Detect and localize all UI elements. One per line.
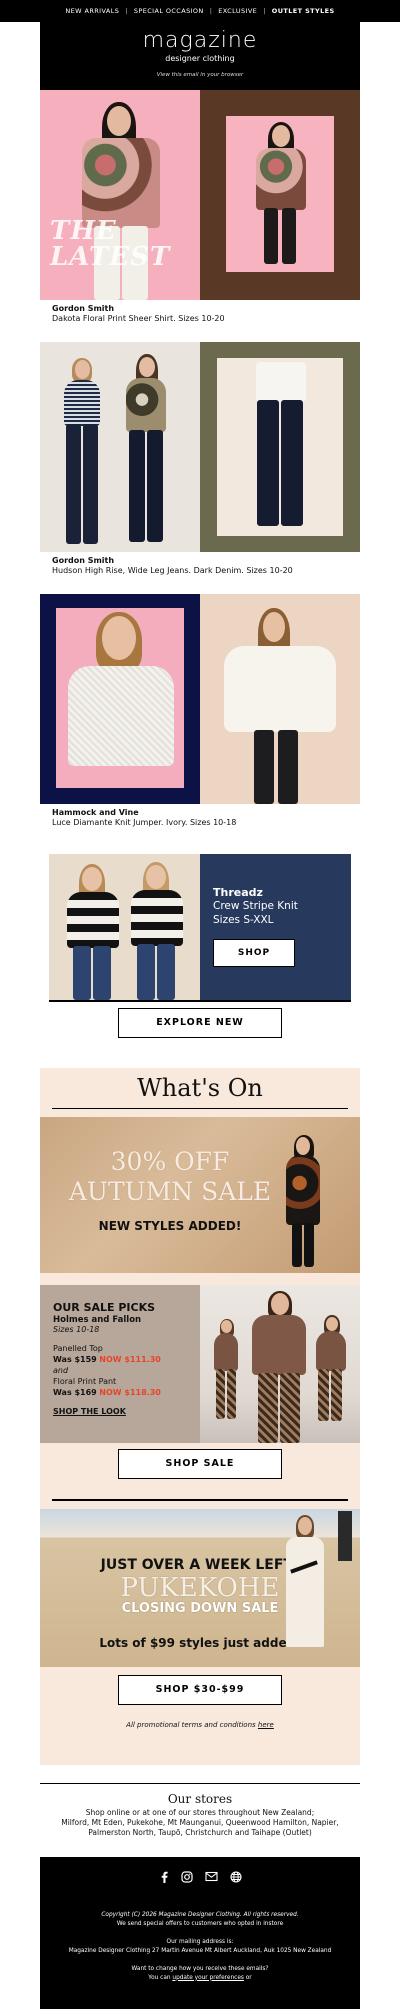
jeans-photo-left[interactable]	[40, 342, 200, 552]
shop-30-99-button[interactable]: SHOP $30-$99	[118, 1674, 282, 1705]
footer: Copyright (C) 2026 Magazine Designer Clo…	[40, 1896, 360, 2009]
threadz-promo: Threadz Crew Stripe Knit Sizes S-XXL SHO…	[49, 854, 351, 1000]
divider	[52, 1107, 348, 1109]
copyright-text: Copyright (C) 2026 Magazine Designer Clo…	[101, 1911, 299, 1918]
product-brand: Gordon Smith	[52, 556, 115, 565]
nav-exclusive[interactable]: EXCLUSIVE	[218, 7, 257, 15]
whats-on-heading: What's On	[137, 1073, 263, 1102]
hero-photo-left[interactable]: THE LATEST	[40, 90, 200, 300]
mailing-label: Our mailing address is:	[166, 1938, 234, 1945]
product-description[interactable]: Hudson High Rise, Wide Leg Jeans. Dark D…	[52, 566, 348, 575]
view-in-browser-link[interactable]: View this email in your browser	[40, 72, 360, 78]
mailing-address: Magazine Designer Clothing 27 Martin Ave…	[68, 1947, 332, 1954]
hero-panel[interactable]: THE LATEST	[40, 90, 360, 300]
website-icon[interactable]	[229, 1870, 242, 1883]
sale-picks-photo[interactable]	[200, 1285, 360, 1443]
sale-item-price: Was $159 NOW $111.30	[53, 1355, 161, 1364]
sale-and-text: and	[53, 1366, 69, 1375]
product-brand: Hammock and Vine	[52, 808, 139, 817]
jeans-photo-right[interactable]	[200, 342, 360, 552]
stores-title: Our stores	[167, 1791, 233, 1806]
stores-section: Our stores Shop online or at one of our …	[40, 1782, 360, 1857]
nav-special-occasion[interactable]: SPECIAL OCCASION	[134, 7, 204, 15]
threadz-photo[interactable]	[49, 854, 200, 1000]
knit-photo-right[interactable]	[200, 594, 360, 804]
whats-on-section: What's On 30% OFF AUTUMN SALE NEW STYLES…	[40, 1067, 360, 1765]
nav-separator: |	[209, 7, 213, 15]
autumn-sale-title: 30% OFF AUTUMN SALE	[68, 1147, 272, 1206]
stores-list: Milford, Mt Eden, Pukekohe, Mt Maunganui…	[61, 1817, 339, 1827]
autumn-sale-subtitle: NEW STYLES ADDED!	[98, 1219, 242, 1233]
hero-overlay-text: THE LATEST	[50, 216, 171, 272]
shop-the-look-link[interactable]: SHOP THE LOOK	[53, 1407, 200, 1416]
hero-photo-right[interactable]	[200, 90, 360, 300]
hero-caption: Gordon Smith Dakota Floral Print Sheer S…	[40, 300, 360, 342]
divider	[49, 1000, 351, 1002]
sale-item-name: Panelled Top	[53, 1344, 103, 1353]
change-prompt: Want to change how you receive these ema…	[131, 1965, 269, 1972]
product-description[interactable]: Luce Diamante Knit Jumper. Ivory. Sizes …	[52, 818, 348, 827]
email-page: NEW ARRIVALS | SPECIAL OCCASION | EXCLUS…	[0, 0, 400, 2009]
sale-picks-brand: Holmes and Fallon	[53, 1315, 142, 1325]
sale-picks-heading: OUR SALE PICKS	[53, 1301, 156, 1314]
social-bar	[40, 1856, 360, 1897]
promo-terms: All promotional terms and conditions her…	[126, 1720, 274, 1729]
instagram-icon[interactable]	[180, 1870, 193, 1883]
shop-button[interactable]: SHOP	[213, 939, 295, 967]
optin-text: We send special offers to customers who …	[116, 1920, 284, 1927]
preferences-line: You can update your preferences or	[148, 1974, 252, 1981]
update-preferences-link[interactable]: update your preferences	[172, 1975, 244, 1981]
knit-photo-left[interactable]	[40, 594, 200, 804]
sale-picks-info: OUR SALE PICKS Holmes and Fallon Sizes 1…	[40, 1285, 200, 1443]
knit-caption: Hammock and Vine Luce Diamante Knit Jump…	[40, 804, 360, 846]
threadz-info: Threadz Crew Stripe Knit Sizes S-XXL SHO…	[200, 854, 351, 1000]
jeans-caption: Gordon Smith Hudson High Rise, Wide Leg …	[40, 552, 360, 594]
sale-item-price: Was $169 NOW $118.30	[53, 1388, 161, 1397]
nav-separator: |	[125, 7, 128, 15]
divider	[52, 1499, 348, 1501]
product-description[interactable]: Dakota Floral Print Sheer Shirt. Sizes 1…	[52, 314, 348, 323]
top-nav: NEW ARRIVALS | SPECIAL OCCASION | EXCLUS…	[0, 0, 400, 22]
nav-outlet-styles[interactable]: OUTLET STYLES	[272, 7, 335, 15]
product-panel-knit[interactable]	[40, 594, 360, 804]
pukekohe-banner[interactable]: JUST OVER A WEEK LEFT! PUKEKOHE CLOSING …	[40, 1508, 360, 1667]
product-panel-jeans[interactable]	[40, 342, 360, 552]
nav-new-arrivals[interactable]: NEW ARRIVALS	[65, 7, 119, 15]
threadz-brand: Threadz	[213, 886, 263, 899]
threadz-product: Crew Stripe Knit	[213, 900, 298, 912]
stores-intro: Shop online or at one of our stores thro…	[85, 1807, 315, 1817]
sale-item-name: Floral Print Pant	[53, 1377, 117, 1386]
shop-sale-button[interactable]: SHOP SALE	[118, 1449, 282, 1479]
sale-picks: OUR SALE PICKS Holmes and Fallon Sizes 1…	[40, 1285, 360, 1443]
terms-link[interactable]: here	[258, 1721, 274, 1729]
logo[interactable]: magazine	[40, 28, 360, 53]
nav-separator: |	[263, 7, 266, 15]
sale-picks-sizes: Sizes 10-18	[53, 1325, 100, 1334]
email-icon[interactable]	[204, 1871, 218, 1882]
logo-subtitle: designer clothing	[165, 54, 235, 63]
threadz-sizes: Sizes S-XXL	[213, 914, 274, 926]
explore-new-button[interactable]: EXPLORE NEW	[118, 1007, 282, 1038]
autumn-sale-banner[interactable]: 30% OFF AUTUMN SALE NEW STYLES ADDED!	[40, 1117, 360, 1273]
masthead: magazine designer clothing View this ema…	[40, 22, 360, 90]
product-brand: Gordon Smith	[52, 304, 115, 313]
facebook-icon[interactable]	[159, 1871, 169, 1883]
stores-list: Palmerston North, Taupō, Christchurch an…	[88, 1827, 312, 1837]
